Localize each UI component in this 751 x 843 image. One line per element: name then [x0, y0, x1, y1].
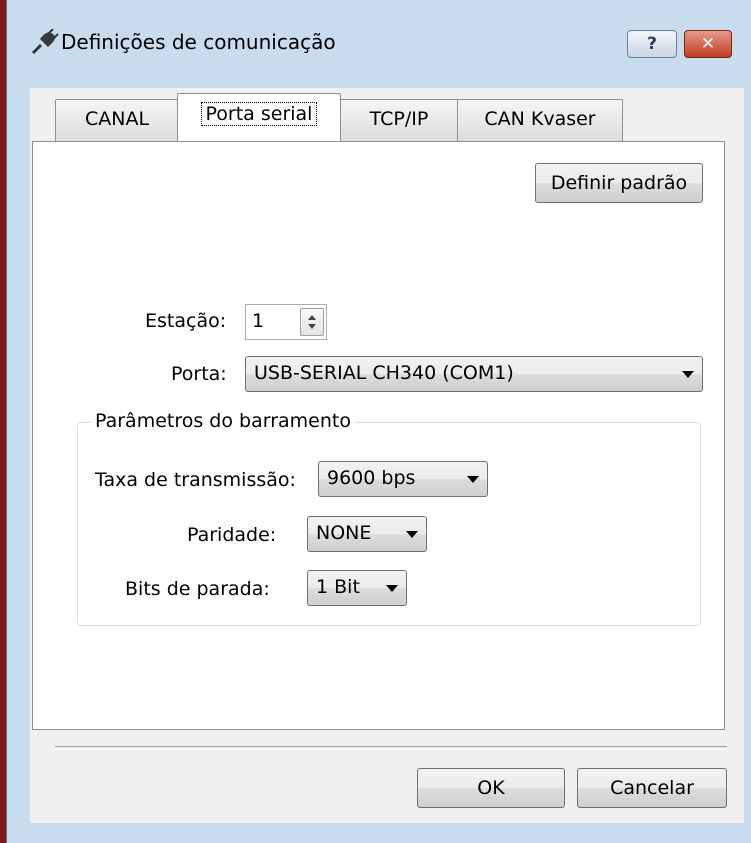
tab-porta-serial[interactable]: Porta serial [177, 93, 341, 141]
spin-arrows-icon [308, 315, 316, 329]
port-select[interactable]: USB-SERIAL CH340 (COM1) [245, 356, 703, 392]
stop-bits-label: Bits de parada: [125, 578, 270, 600]
set-default-button[interactable]: Definir padrão [535, 163, 703, 203]
station-spin-buttons[interactable] [300, 308, 324, 336]
tab-tcp-ip[interactable]: TCP/IP [339, 99, 459, 141]
chevron-down-icon [467, 476, 479, 483]
footer-separator [55, 746, 727, 750]
parity-select[interactable]: NONE [307, 516, 427, 552]
port-label: Porta: [171, 363, 227, 385]
chevron-down-icon [682, 371, 694, 378]
tab-can-kvaser[interactable]: CAN Kvaser [457, 99, 623, 141]
chevron-down-icon [386, 585, 398, 592]
help-button[interactable]: ? [627, 30, 677, 58]
tab-canal[interactable]: CANAL [55, 99, 179, 141]
tab-label: TCP/IP [369, 108, 429, 130]
dialog-window: Definições de comunicação ? ✕ CANAL Port… [6, 0, 751, 843]
baud-rate-label: Taxa de transmissão: [95, 469, 296, 491]
stop-bits-value: 1 Bit [316, 576, 360, 598]
title-bar[interactable]: Definições de comunicação ? ✕ [7, 0, 751, 88]
chevron-down-icon [406, 531, 418, 538]
plug-icon [31, 29, 59, 55]
tab-label: Porta serial [200, 102, 318, 126]
station-value: 1 [252, 310, 265, 332]
stop-bits-select[interactable]: 1 Bit [307, 570, 407, 606]
tab-label: CANAL [84, 108, 150, 130]
close-button[interactable]: ✕ [684, 30, 732, 58]
port-value: USB-SERIAL CH340 (COM1) [254, 362, 514, 384]
station-label: Estação: [145, 310, 227, 332]
baud-rate-select[interactable]: 9600 bps [318, 461, 488, 497]
baud-rate-value: 9600 bps [327, 467, 416, 489]
window-title: Definições de comunicação [61, 30, 336, 54]
bus-parameters-title: Parâmetros do barramento [91, 410, 355, 432]
parity-label: Paridade: [187, 524, 277, 546]
ok-button[interactable]: OK [417, 768, 565, 808]
cancel-button[interactable]: Cancelar [577, 768, 727, 808]
tab-label: CAN Kvaser [484, 108, 596, 130]
station-spinbox[interactable]: 1 [245, 304, 327, 340]
parity-value: NONE [316, 522, 372, 544]
